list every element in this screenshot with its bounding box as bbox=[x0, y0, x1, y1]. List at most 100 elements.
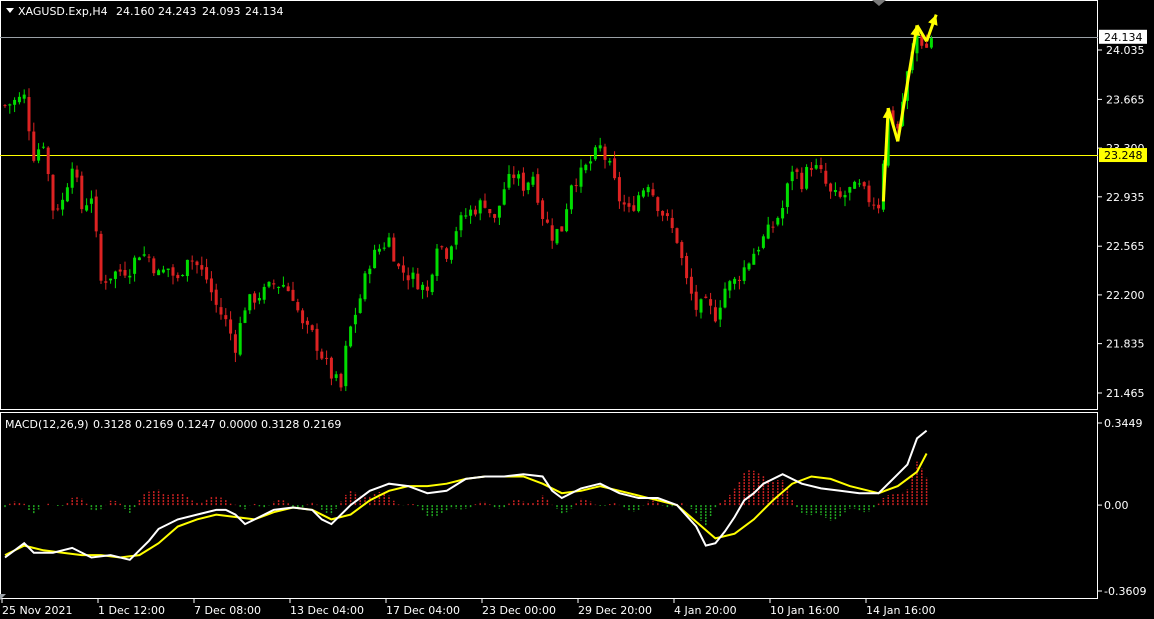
candle-body bbox=[925, 43, 929, 48]
candle-body bbox=[507, 173, 511, 188]
candle-body bbox=[829, 183, 833, 192]
candle-body bbox=[368, 268, 372, 275]
candle-body bbox=[94, 196, 98, 232]
time-tick-label: 13 Dec 04:00 bbox=[290, 604, 364, 617]
candle-body bbox=[133, 257, 137, 274]
candle-body bbox=[464, 215, 468, 217]
candle-body bbox=[526, 182, 530, 191]
candle-body bbox=[253, 293, 257, 303]
candle-body bbox=[13, 99, 17, 105]
candle-body bbox=[176, 274, 180, 279]
candle-body bbox=[613, 158, 617, 179]
candle-body bbox=[195, 261, 199, 266]
candle-body bbox=[113, 271, 117, 279]
candle-body bbox=[665, 213, 669, 217]
candle-body bbox=[819, 165, 823, 170]
candle-body bbox=[685, 256, 689, 279]
candle-body bbox=[104, 281, 108, 283]
candle-body bbox=[421, 284, 425, 290]
candle-body bbox=[766, 224, 770, 239]
candle-body bbox=[521, 172, 525, 191]
candle-body bbox=[411, 272, 415, 279]
candle-body bbox=[651, 189, 655, 196]
time-tick-label: 25 Nov 2021 bbox=[2, 604, 72, 617]
candle-body bbox=[493, 214, 497, 218]
candle-body bbox=[301, 310, 305, 324]
candle-body bbox=[209, 278, 213, 293]
candle-body bbox=[8, 104, 12, 106]
candle-body bbox=[843, 194, 847, 198]
candle-body bbox=[699, 299, 703, 313]
candle-body bbox=[805, 166, 809, 189]
candle-body bbox=[478, 200, 482, 214]
candle-body bbox=[675, 228, 679, 243]
candle-body bbox=[646, 187, 650, 193]
candle-body bbox=[574, 185, 578, 187]
candle-body bbox=[272, 283, 276, 285]
candle-body bbox=[109, 278, 113, 281]
candle-body bbox=[161, 269, 165, 273]
candle-body bbox=[704, 296, 708, 298]
candle-body bbox=[440, 246, 444, 248]
candle-body bbox=[32, 131, 36, 161]
candle-body bbox=[349, 326, 353, 347]
candle-body bbox=[632, 205, 636, 211]
candle-body bbox=[857, 183, 861, 185]
macd-tick-label: 0.3449 bbox=[1104, 417, 1143, 430]
candle-body bbox=[200, 265, 204, 270]
candle-body bbox=[689, 276, 693, 294]
candle-body bbox=[152, 258, 156, 274]
candle-body bbox=[315, 328, 319, 351]
candle-body bbox=[512, 174, 516, 178]
candle-body bbox=[795, 169, 799, 172]
close-value: 24.134 bbox=[245, 5, 284, 18]
candle-body bbox=[661, 210, 665, 216]
candle-body bbox=[617, 177, 621, 202]
candle-body bbox=[358, 298, 362, 313]
price-tick-label: 22.935 bbox=[1106, 191, 1145, 204]
candle-body bbox=[694, 291, 698, 310]
candle-body bbox=[229, 319, 233, 334]
time-tick-label: 1 Dec 12:00 bbox=[98, 604, 165, 617]
macd-indicator-values: 0.3128 0.2169 0.1247 0.0000 0.3128 0.216… bbox=[93, 418, 341, 431]
candle-body bbox=[838, 191, 842, 197]
candle-body bbox=[872, 204, 876, 206]
candle-body bbox=[22, 94, 26, 99]
candle-body bbox=[171, 267, 175, 276]
candle-body bbox=[752, 253, 756, 265]
candle-body bbox=[329, 357, 333, 379]
candle-body bbox=[325, 357, 329, 359]
candle-body bbox=[459, 215, 463, 231]
time-tick-label: 4 Jan 20:00 bbox=[674, 604, 737, 617]
candle-body bbox=[800, 172, 804, 190]
candle-body bbox=[205, 267, 209, 280]
candle-body bbox=[761, 236, 765, 248]
candle-body bbox=[867, 185, 871, 203]
candle-body bbox=[262, 286, 266, 300]
candle-body bbox=[637, 195, 641, 212]
candle-body bbox=[608, 160, 612, 163]
candle-body bbox=[454, 231, 458, 245]
candle-body bbox=[3, 105, 7, 107]
price-tick-label: 21.465 bbox=[1106, 387, 1145, 400]
candle-body bbox=[593, 147, 597, 160]
chart-canvas[interactable]: XAGUSD.Exp,H4 24.160 24.243 24.093 24.13… bbox=[0, 0, 1154, 619]
candle-body bbox=[737, 279, 741, 281]
candle-body bbox=[75, 169, 79, 178]
symbol-label: XAGUSD.Exp,H4 bbox=[18, 5, 108, 18]
candle-body bbox=[473, 209, 477, 215]
chart-background bbox=[0, 0, 1154, 619]
candle-body bbox=[123, 270, 127, 276]
candle-body bbox=[89, 198, 93, 204]
price-tick-label: 24.035 bbox=[1106, 44, 1145, 57]
candle-body bbox=[709, 299, 713, 306]
candle-body bbox=[377, 248, 381, 252]
candle-body bbox=[814, 165, 818, 169]
candle-body bbox=[742, 267, 746, 281]
candle-body bbox=[785, 183, 789, 207]
candle-body bbox=[483, 200, 487, 208]
candle-body bbox=[670, 217, 674, 229]
candle-body bbox=[37, 149, 41, 161]
candle-body bbox=[824, 170, 828, 184]
candle-body bbox=[790, 171, 794, 182]
